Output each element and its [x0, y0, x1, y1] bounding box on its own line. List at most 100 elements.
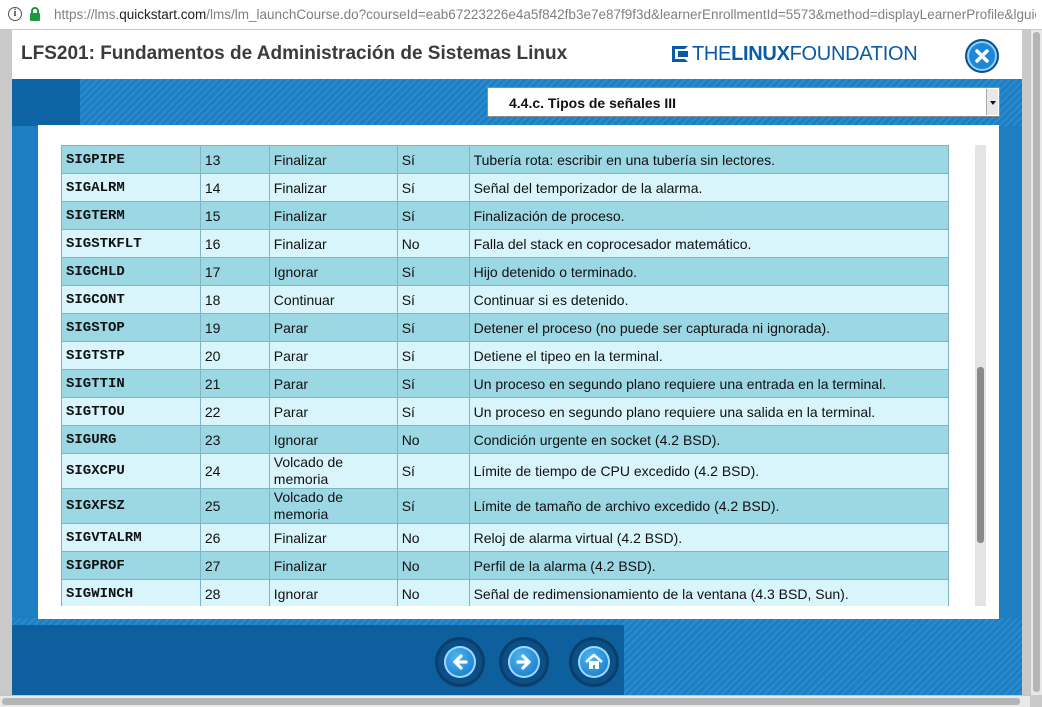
- course-title: LFS201: Fundamentos de Administración de…: [21, 43, 568, 64]
- logo-the: THE: [692, 42, 732, 65]
- signal-action: Parar: [268, 369, 398, 398]
- signal-number: 17: [199, 257, 270, 286]
- arrow-right-icon: [516, 654, 531, 670]
- signal-action: Volcado de memoria: [268, 488, 398, 524]
- course-header: LFS201: Fundamentos de Administración de…: [12, 30, 1022, 79]
- table-row: SIGURG 23 Ignorar No Condición urgente en so…: [61, 425, 950, 454]
- signal-core-dump: Sí: [396, 397, 470, 426]
- signal-action: Parar: [268, 397, 398, 426]
- signal-number: 20: [199, 341, 270, 370]
- signal-description: Detener el proceso (no puede ser captura…: [468, 313, 950, 342]
- page-vertical-scrollbar[interactable]: [1030, 30, 1042, 695]
- signal-core-dump: Sí: [396, 313, 470, 342]
- signal-core-dump: Sí: [396, 341, 470, 370]
- lock-icon: [30, 7, 40, 21]
- signal-core-dump: No: [396, 551, 470, 580]
- signal-action: Ignorar: [268, 257, 398, 286]
- signal-core-dump: Sí: [396, 285, 470, 314]
- signal-description: Señal de redimensionamiento de la ventan…: [468, 579, 950, 606]
- arrow-left-icon: [453, 654, 468, 670]
- section-dropdown-value: 4.4.c. Tipos de señales III: [509, 95, 677, 111]
- signal-name: SIGCONT: [61, 285, 201, 314]
- signal-description: Hijo detenido o terminado.: [468, 257, 950, 286]
- signal-name: SIGCHLD: [61, 257, 201, 286]
- table-row: SIGCONT 18 Continuar Sí Continuar si es dete…: [61, 285, 950, 314]
- signal-name: SIGWINCH: [61, 579, 201, 606]
- signal-description: Falla del stack en coprocesador matemáti…: [468, 229, 950, 258]
- signal-description: Tubería rota: escribir en una tubería si…: [468, 145, 950, 174]
- signal-core-dump: No: [396, 523, 470, 552]
- signal-description: Un proceso en segundo plano requiere una…: [468, 369, 950, 398]
- signal-number: 28: [199, 579, 270, 606]
- signal-action: Continuar: [268, 285, 398, 314]
- signal-name: SIGTTIN: [61, 369, 201, 398]
- signal-description: Reloj de alarma virtual (4.2 BSD).: [468, 523, 950, 552]
- logo-linux: LINUX: [731, 42, 790, 65]
- signal-description: Perfil de la alarma (4.2 BSD).: [468, 551, 950, 580]
- signal-number: 19: [199, 313, 270, 342]
- url-path: /lms/lm_launchCourse.do?courseId=eab6722…: [206, 7, 1036, 22]
- home-icon: [585, 653, 603, 669]
- signal-number: 22: [199, 397, 270, 426]
- linux-foundation-mark-icon: [672, 46, 688, 62]
- signal-name: SIGSTOP: [61, 313, 201, 342]
- signal-number: 23: [199, 425, 270, 454]
- url-text[interactable]: https://lms.quickstart.com/lms/lm_launch…: [54, 7, 1036, 22]
- signal-action: Finalizar: [268, 201, 398, 230]
- signal-core-dump: No: [396, 579, 470, 606]
- table-row: SIGSTKFLT 16 Finalizar No Falla del stack en…: [61, 229, 950, 258]
- signal-name: SIGVTALRM: [61, 523, 201, 552]
- browser-address-bar[interactable]: i https://lms.quickstart.com/lms/lm_laun…: [0, 0, 1042, 30]
- table-row: SIGALRM 14 Finalizar Sí Señal del temporizad…: [61, 173, 950, 202]
- signal-number: 27: [199, 551, 270, 580]
- table-row: SIGPROF 27 Finalizar No Perfil de la alarma …: [61, 551, 950, 580]
- table-row: SIGTSTP 20 Parar Sí Detiene el tipeo en la t…: [61, 341, 950, 370]
- signal-description: Un proceso en segundo plano requiere una…: [468, 397, 950, 426]
- table-row: SIGSTOP 19 Parar Sí Detener el proceso (no p…: [61, 313, 950, 342]
- signal-description: Condición urgente en socket (4.2 BSD).: [468, 425, 950, 454]
- table-row: SIGPIPE 13 Finalizar Sí Tubería rota: escrib…: [61, 145, 950, 174]
- info-icon[interactable]: i: [8, 7, 22, 21]
- signal-action: Parar: [268, 313, 398, 342]
- signal-action: Ignorar: [268, 425, 398, 454]
- page-horizontal-scrollbar[interactable]: [0, 695, 1030, 707]
- logo-foundation: FOUNDATION: [789, 42, 918, 65]
- url-prefix: https://lms.: [54, 7, 120, 22]
- content-panel: SIGPIPE 13 Finalizar Sí Tubería rota: escrib…: [38, 125, 999, 619]
- url-host: quickstart.com: [119, 7, 207, 22]
- signal-core-dump: No: [396, 229, 470, 258]
- signal-action: Volcado de memoria: [268, 453, 398, 489]
- signal-name: SIGPIPE: [61, 145, 201, 174]
- content-scrollbar[interactable]: [975, 145, 986, 606]
- signal-core-dump: Sí: [396, 453, 470, 489]
- table-row: SIGXFSZ 25 Volcado de memoria Sí Límite de t…: [61, 488, 950, 524]
- table-row: SIGCHLD 17 Ignorar Sí Hijo detenido o termin…: [61, 257, 950, 286]
- signal-number: 15: [199, 201, 270, 230]
- signal-name: SIGPROF: [61, 551, 201, 580]
- content-scrollbar-thumb[interactable]: [977, 367, 984, 543]
- signal-description: Detiene el tipeo en la terminal.: [468, 341, 950, 370]
- signal-action: Finalizar: [268, 145, 398, 174]
- chevron-down-icon[interactable]: [986, 89, 998, 115]
- next-button[interactable]: [502, 640, 546, 684]
- close-icon: [975, 49, 989, 63]
- signal-action: Finalizar: [268, 173, 398, 202]
- signal-number: 13: [199, 145, 270, 174]
- signal-core-dump: Sí: [396, 369, 470, 398]
- signal-core-dump: Sí: [396, 488, 470, 524]
- signal-number: 16: [199, 229, 270, 258]
- section-dropdown[interactable]: 4.4.c. Tipos de señales III: [487, 87, 1000, 117]
- table-row: SIGWINCH 28 Ignorar No Señal de redimensiona…: [61, 579, 950, 606]
- signal-name: SIGURG: [61, 425, 201, 454]
- table-row: SIGTTOU 22 Parar Sí Un proceso en segundo pl…: [61, 397, 950, 426]
- home-button[interactable]: [572, 640, 616, 684]
- signal-description: Finalización de proceso.: [468, 201, 950, 230]
- previous-button[interactable]: [438, 640, 482, 684]
- signal-core-dump: No: [396, 425, 470, 454]
- table-row: SIGXCPU 24 Volcado de memoria Sí Límite de t…: [61, 453, 950, 489]
- table-row: SIGTERM 15 Finalizar Sí Finalización de proc…: [61, 201, 950, 230]
- signal-action: Ignorar: [268, 579, 398, 606]
- signal-number: 18: [199, 285, 270, 314]
- close-button[interactable]: [965, 39, 999, 73]
- signal-number: 25: [199, 488, 270, 524]
